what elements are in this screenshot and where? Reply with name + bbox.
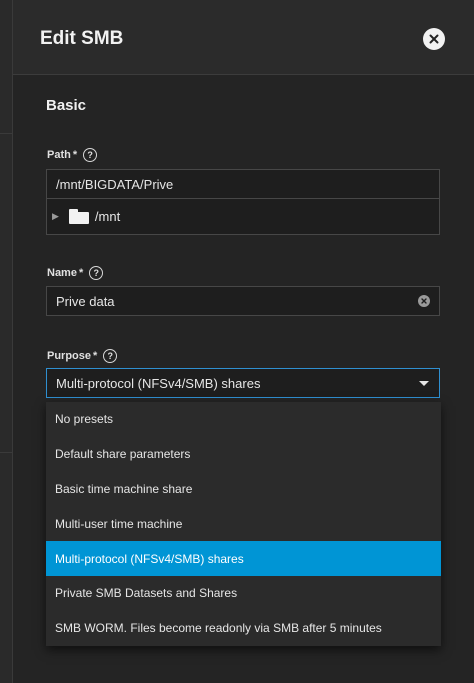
purpose-option-selected[interactable]: Multi-protocol (NFSv4/SMB) shares (46, 541, 441, 576)
clear-button[interactable] (418, 295, 430, 307)
path-input[interactable]: /mnt/BIGDATA/Prive (46, 169, 440, 199)
purpose-select[interactable]: Multi-protocol (NFSv4/SMB) shares (46, 368, 440, 398)
name-label-text: Name (47, 267, 77, 279)
close-icon (429, 34, 439, 44)
clear-icon (421, 298, 427, 304)
chevron-down-icon[interactable] (419, 381, 429, 386)
purpose-dropdown-menu: No presets Default share parameters Basi… (46, 402, 441, 646)
name-label: Name * ? (47, 266, 104, 280)
expand-arrow-icon[interactable]: ▶ (52, 211, 59, 222)
purpose-option[interactable]: Private SMB Datasets and Shares (46, 576, 441, 611)
purpose-option[interactable]: SMB WORM. Files become readonly via SMB … (46, 611, 441, 646)
name-value: Prive data (56, 293, 115, 309)
name-required-mark: * (78, 267, 84, 279)
path-value: /mnt/BIGDATA/Prive (56, 176, 174, 192)
purpose-option[interactable]: Basic time machine share (46, 472, 441, 507)
name-input[interactable]: Prive data (46, 286, 440, 316)
help-icon[interactable]: ? (83, 148, 98, 162)
purpose-selected-value: Multi-protocol (NFSv4/SMB) shares (56, 375, 261, 391)
purpose-label: Purpose * ? (47, 349, 118, 363)
help-icon[interactable]: ? (103, 349, 118, 363)
purpose-option[interactable]: No presets (46, 402, 441, 437)
path-tree-item[interactable]: ▶ /mnt (46, 199, 440, 235)
path-required-mark: * (72, 149, 78, 161)
folder-icon (68, 209, 89, 224)
path-label-text: Path (47, 149, 71, 161)
close-button[interactable] (423, 28, 445, 50)
edit-smb-dialog: Edit SMB Basic Path * ? /mnt/BIGDATA/Pri… (12, 0, 474, 683)
purpose-option[interactable]: Multi-user time machine (46, 506, 441, 541)
purpose-label-text: Purpose (47, 350, 92, 362)
dialog-title: Edit SMB (40, 28, 124, 49)
dialog-header: Edit SMB (13, 0, 474, 75)
purpose-option[interactable]: Default share parameters (46, 437, 441, 472)
help-icon[interactable]: ? (89, 266, 104, 280)
purpose-required-mark: * (93, 350, 98, 362)
section-title: Basic (46, 97, 87, 114)
tree-item-label: /mnt (94, 209, 121, 224)
path-label: Path * ? (47, 148, 98, 162)
background-page (0, 0, 12, 683)
